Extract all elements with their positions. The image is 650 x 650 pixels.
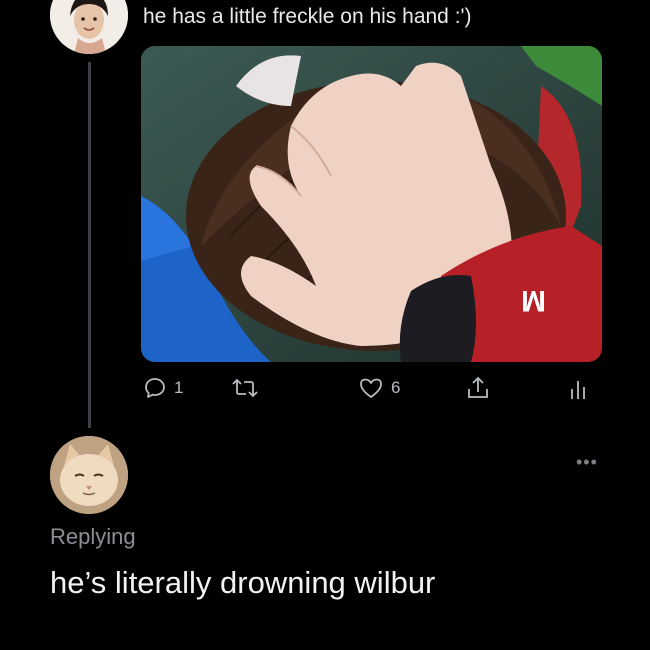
cat-avatar-image [50, 436, 128, 514]
author-avatar[interactable] [50, 0, 128, 54]
reply-author-avatar[interactable] [50, 436, 128, 514]
tweet-media-image[interactable]: M [141, 46, 602, 362]
reply-button[interactable]: 1 [143, 373, 183, 403]
reply-text: he’s literally drowning wilbur [50, 565, 436, 600]
share-button[interactable] [465, 373, 491, 403]
retweet-button[interactable] [231, 373, 266, 403]
more-options-button[interactable]: ••• [576, 452, 598, 473]
analytics-icon [571, 381, 585, 399]
like-button[interactable]: 6 [358, 373, 400, 403]
analytics-button[interactable] [568, 373, 590, 403]
media-illustration: M [141, 46, 602, 362]
replying-label: Replying [50, 524, 136, 549]
share-icon [468, 376, 488, 398]
retweet-icon [232, 378, 258, 398]
tweet-text: he has a little freckle on his hand :') [143, 5, 472, 28]
heart-icon [360, 378, 382, 398]
reply-icon [145, 378, 165, 398]
author-avatar-image [50, 0, 128, 54]
like-count: 6 [391, 378, 401, 397]
reply-count: 1 [174, 378, 184, 397]
svg-text:M: M [521, 284, 546, 317]
tweet-action-bar: 1 6 [0, 373, 650, 403]
